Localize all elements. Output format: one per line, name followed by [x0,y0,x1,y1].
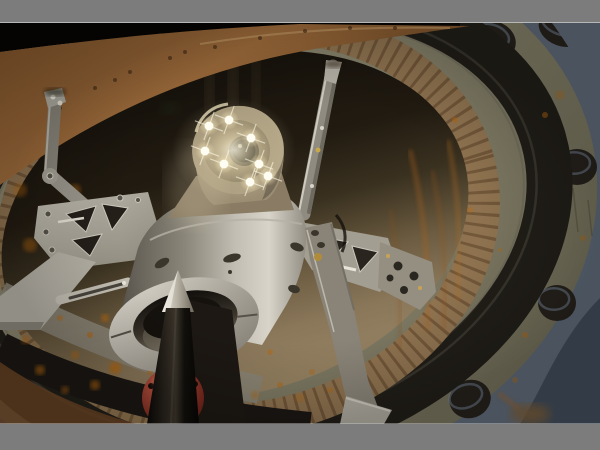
photo-viewer-frame [0,0,600,450]
letterbox-bottom-bar [0,424,600,450]
vignette [0,23,600,424]
letterbox-separator-top [0,22,600,23]
letterbox-top-bar [0,0,600,23]
letterbox-separator-bottom [0,423,600,424]
pipe-inspection-photo [0,0,600,450]
